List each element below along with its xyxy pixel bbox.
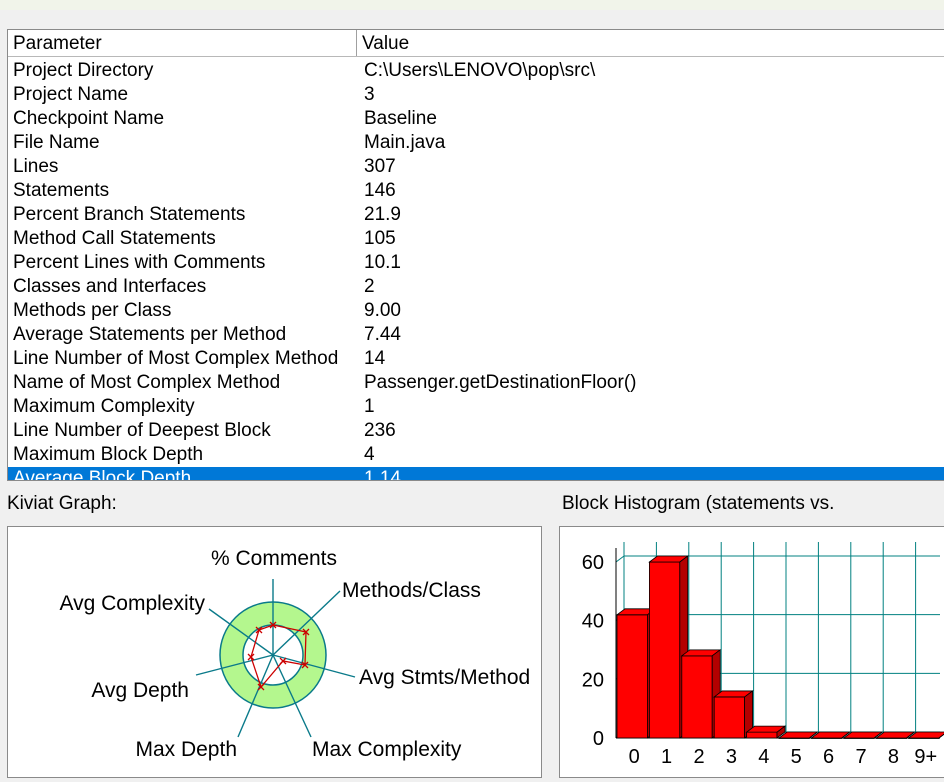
parameter-cell: Line Number of Most Complex Method: [13, 348, 339, 369]
parameter-cell: Line Number of Deepest Block: [13, 420, 271, 441]
table-row[interactable]: File Name Main.java: [8, 131, 944, 155]
table-row[interactable]: Checkpoint Name Baseline: [8, 107, 944, 131]
parameter-cell: Name of Most Complex Method: [13, 372, 281, 393]
kiviat-axis-label: Max Complexity: [312, 738, 462, 761]
table-body: Project Directory C:\Users\LENOVO\pop\src…: [8, 59, 944, 481]
histogram-bar: [649, 561, 681, 739]
table-row[interactable]: Average Statements per Method 7.44: [8, 323, 944, 347]
kiviat-axis-label: Avg Stmts/Method: [359, 666, 530, 689]
kiviat-axis-label: Max Depth: [135, 738, 237, 761]
value-cell: 105: [364, 228, 396, 249]
histogram-bar: [681, 655, 713, 739]
parameter-cell: Lines: [13, 156, 59, 177]
histogram-bar: [616, 614, 648, 739]
parameter-cell: Checkpoint Name: [13, 108, 165, 129]
parameter-cell: Project Directory: [13, 60, 154, 81]
histogram-y-tick-label: 60: [582, 552, 604, 574]
table-row[interactable]: Methods per Class 9.00: [8, 299, 944, 323]
block-histogram-chart: 02040600 1 2 3 4 5 6 7 8 9+: [582, 542, 944, 768]
value-cell: 7.44: [364, 324, 401, 345]
value-cell: Main.java: [364, 132, 446, 153]
histogram-bar: [713, 696, 745, 739]
histogram-x-tick-label: 0: [629, 746, 640, 768]
kiviat-axis-label: Avg Complexity: [59, 592, 205, 615]
histogram-y-tick-label: 0: [593, 728, 604, 750]
value-cell: 236: [364, 420, 396, 441]
value-cell: 14: [364, 348, 386, 369]
top-strip: [0, 0, 944, 10]
value-cell: 10.1: [364, 252, 401, 273]
table-row[interactable]: Name of Most Complex Method Passenger.get…: [8, 371, 944, 395]
kiviat-graph: % CommentsMethods/Class Avg Stmts/Method M…: [59, 547, 530, 761]
parameter-cell: Method Call Statements: [13, 228, 216, 249]
block-histogram-panel: 0 20 40 60 0 1 2 3 4 5 6 7 8 9+: [559, 526, 944, 778]
table-row[interactable]: Classes and Interfaces 2: [8, 275, 944, 299]
value-cell: 307: [364, 156, 396, 177]
value-cell: 146: [364, 180, 396, 201]
histogram-y-tick-label: 20: [582, 669, 604, 691]
value-cell: 1: [364, 396, 375, 417]
parameter-cell: Maximum Block Depth: [13, 444, 204, 465]
parameter-cell: Average Statements per Method: [13, 324, 287, 345]
parameter-cell: Project Name: [13, 84, 129, 105]
parameter-cell: Average Block Depth: [13, 468, 192, 481]
column-header-value[interactable]: Value: [357, 30, 944, 56]
histogram-x-tick-label: 3: [726, 746, 737, 768]
histogram-gridline: [615, 555, 625, 563]
kiviat-graph-label: Kiviat Graph:: [7, 493, 117, 514]
table-row[interactable]: Line Number of Most Complex Method 14: [8, 347, 944, 371]
histogram-x-tick-label: 1: [661, 746, 672, 768]
value-cell: 2: [364, 276, 375, 297]
histogram-x-tick-label: 7: [855, 746, 866, 768]
histogram-bar-top: [875, 731, 916, 739]
value-cell: Baseline: [364, 108, 437, 129]
kiviat-axis-label: Avg Depth: [91, 679, 189, 702]
table-row[interactable]: Lines 307: [8, 155, 944, 179]
histogram-x-tick-label: 9+: [914, 746, 937, 768]
parameter-cell: Percent Branch Statements: [13, 204, 246, 225]
parameter-cell: Methods per Class: [13, 300, 172, 321]
parameter-cell: Classes and Interfaces: [13, 276, 207, 297]
histogram-x-tick-label: 6: [823, 746, 834, 768]
block-histogram-label: Block Histogram (statements vs.: [562, 493, 835, 514]
column-header-parameter[interactable]: Parameter: [8, 30, 357, 56]
table-row[interactable]: Maximum Complexity 1: [8, 395, 944, 419]
metrics-table[interactable]: Parameter Value Project Directory C:\User…: [7, 29, 944, 481]
parameter-cell: Maximum Complexity: [13, 396, 195, 417]
parameter-cell: File Name: [13, 132, 100, 153]
table-row[interactable]: Percent Lines with Comments 10.1: [8, 251, 944, 275]
value-cell: 9.00: [364, 300, 401, 321]
value-cell: Passenger.getDestinationFloor(): [364, 372, 637, 393]
histogram-bar-top: [842, 731, 884, 739]
value-cell: 3: [364, 84, 375, 105]
histogram-x-tick-label: 8: [888, 746, 899, 768]
value-cell: 4: [364, 444, 375, 465]
histogram-bar: [746, 731, 778, 739]
table-row[interactable]: Line Number of Deepest Block 236: [8, 419, 944, 443]
table-row[interactable]: Percent Branch Statements 21.9: [8, 203, 944, 227]
kiviat-graph-panel: % Comments Methods/Class Avg Stmts/Method M…: [7, 526, 542, 778]
table-row[interactable]: Maximum Block Depth 4: [8, 443, 944, 467]
histogram-x-tick-label: 5: [791, 746, 802, 768]
kiviat-axis-label: Methods/Class: [342, 579, 481, 602]
table-row[interactable]: Project Directory C:\Users\LENOVO\pop\src…: [8, 59, 944, 83]
histogram-y-tick-label: 40: [582, 611, 604, 633]
parameter-cell: Percent Lines with Comments: [13, 252, 266, 273]
table-header: Parameter Value: [8, 30, 944, 57]
table-row[interactable]: Average Block Depth 1.14: [8, 467, 944, 481]
table-row[interactable]: Method Call Statements 105: [8, 227, 944, 251]
histogram-bar-top: [777, 731, 819, 739]
histogram-x-tick-label: 2: [693, 746, 704, 768]
value-cell: 21.9: [364, 204, 401, 225]
table-row[interactable]: Statements 146: [8, 179, 944, 203]
value-cell: C:\Users\LENOVO\pop\src\: [364, 60, 596, 81]
histogram-bar-top: [810, 731, 851, 739]
kiviat-axis-label: % Comments: [211, 547, 337, 570]
value-cell: 1.14: [364, 468, 401, 481]
parameter-cell: Statements: [13, 180, 110, 201]
histogram-x-tick-label: 4: [758, 746, 769, 768]
table-row[interactable]: Project Name 3: [8, 83, 944, 107]
